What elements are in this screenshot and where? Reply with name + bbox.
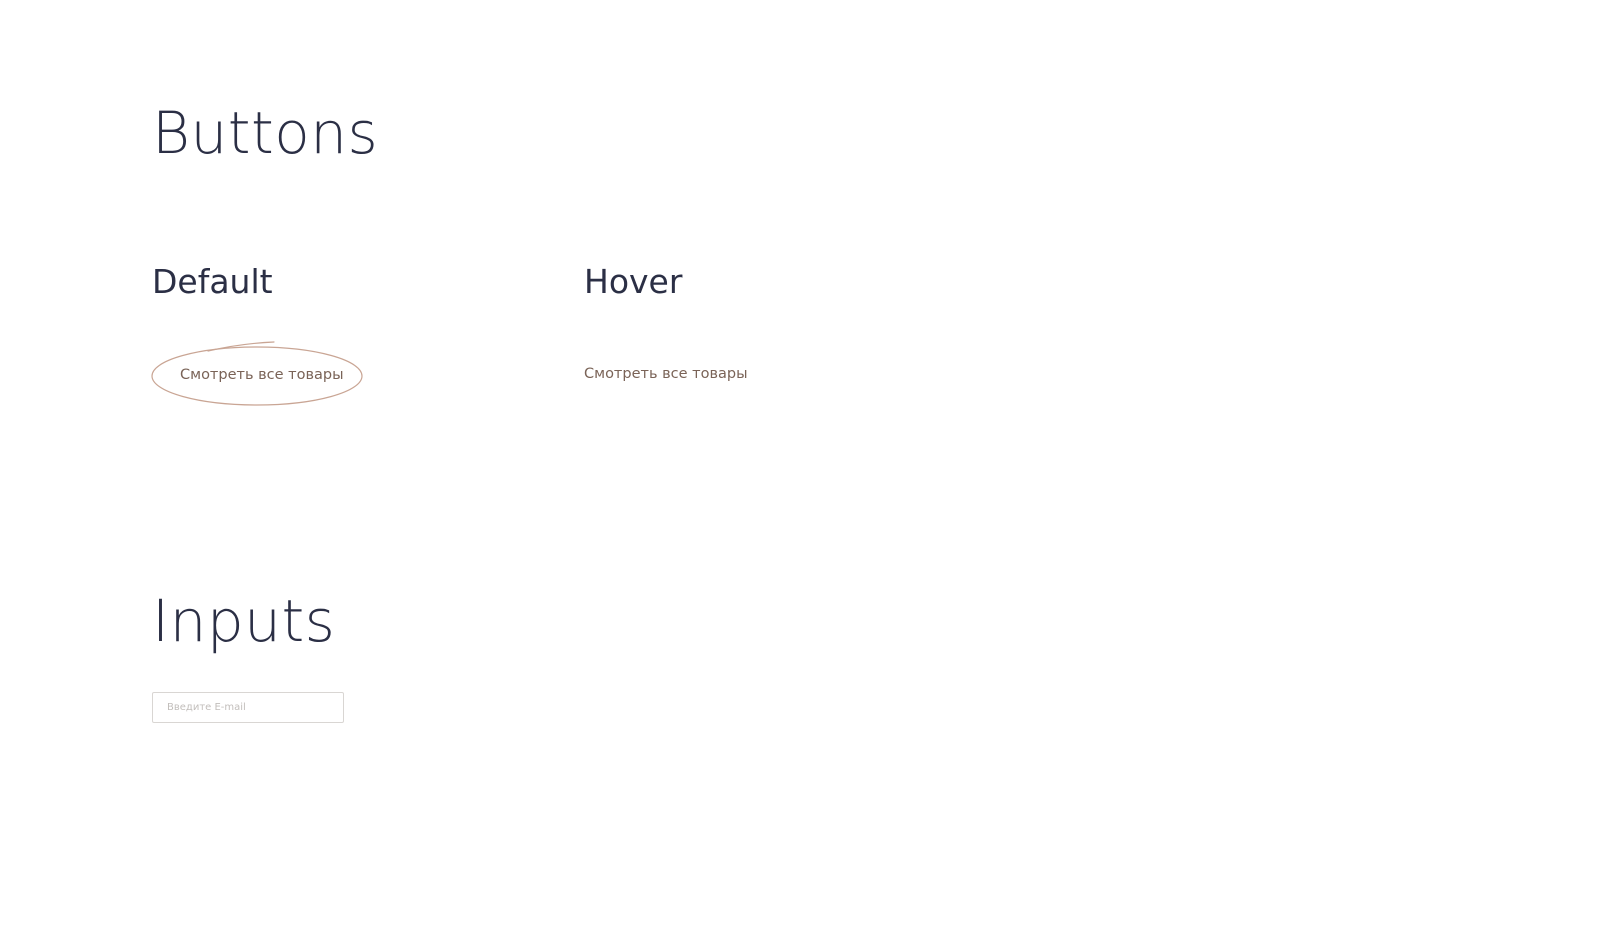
section-title-inputs: Inputs bbox=[152, 587, 336, 655]
state-label-default: Default bbox=[152, 262, 273, 301]
button-label: Смотреть все товары bbox=[180, 367, 344, 383]
state-label-hover: Hover bbox=[584, 262, 683, 301]
view-all-products-button-default[interactable]: Смотреть все товары bbox=[150, 340, 366, 410]
view-all-products-button-hover[interactable]: Смотреть все товары bbox=[584, 364, 748, 386]
button-label: Смотреть все товары bbox=[584, 366, 748, 382]
section-title-buttons: Buttons bbox=[152, 99, 379, 167]
email-input[interactable] bbox=[152, 692, 344, 723]
